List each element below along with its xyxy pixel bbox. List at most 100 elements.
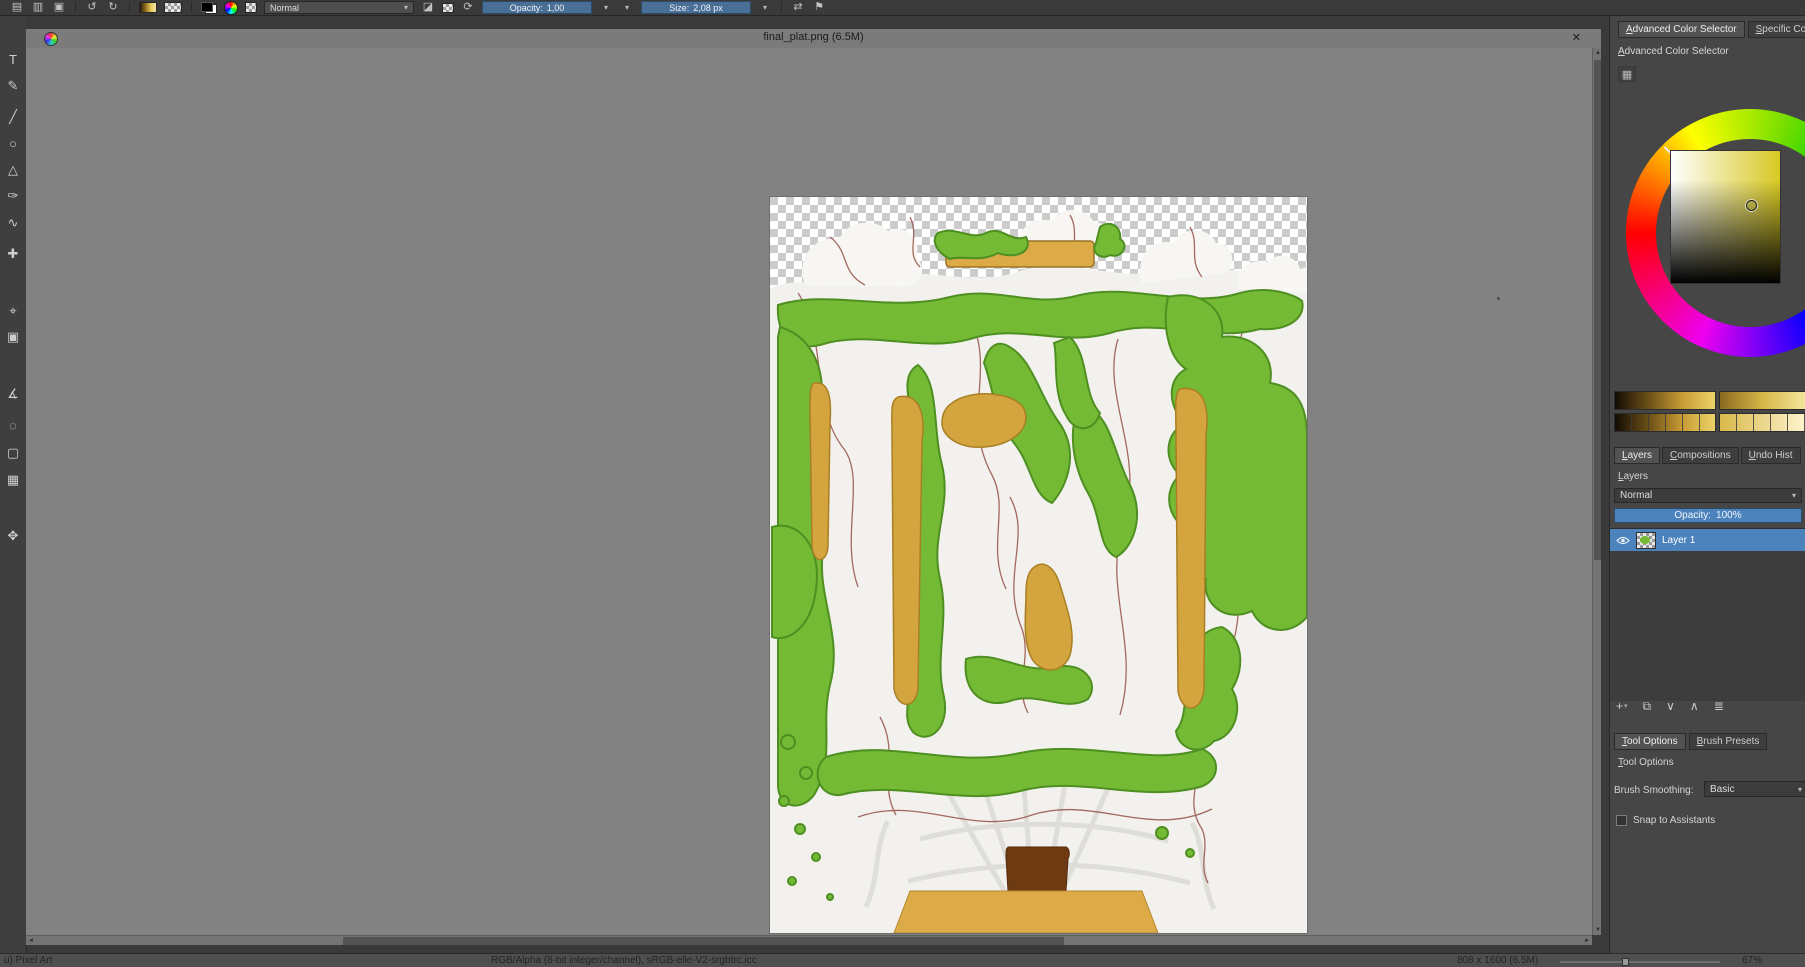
move-tool-icon[interactable]: ✚ (2, 242, 24, 264)
scroll-left-icon[interactable]: ◄ (28, 938, 34, 944)
tab-layers[interactable]: Layers (1614, 447, 1661, 464)
snap-to-assistants-checkbox[interactable] (1616, 815, 1627, 826)
blend-mode-dropdown[interactable]: Normal ▾ (264, 1, 414, 14)
bezier-tool-icon[interactable]: ✑ (2, 184, 24, 206)
pattern-chooser[interactable] (164, 2, 182, 13)
canvas-image[interactable] (770, 197, 1308, 934)
preserve-alpha-toggle[interactable] (442, 2, 454, 13)
eye-icon (1616, 536, 1630, 544)
gradient-chooser[interactable] (139, 2, 157, 13)
measure-tool-icon[interactable]: ∡ (2, 382, 24, 404)
eraser-mode-icon[interactable]: ◪ (421, 1, 435, 14)
status-zoom-level[interactable]: 67% (1742, 955, 1762, 966)
scroll-down-icon[interactable]: ▼ (1595, 927, 1601, 933)
chevron-down-icon: ▾ (1624, 702, 1628, 710)
rect-select-tool-icon[interactable]: ▢ (2, 441, 24, 463)
line-tool-icon[interactable]: ╱ (2, 105, 24, 127)
smart-patch-tool-icon[interactable]: ▣ (2, 325, 24, 347)
status-brush-name: u) Pixel Art (4, 955, 53, 966)
tab-advanced-color-selector[interactable]: Advanced Color Selector (1618, 21, 1745, 38)
brush-smoothing-value: Basic (1710, 783, 1735, 795)
saturation-value-square[interactable] (1670, 150, 1781, 284)
vertical-scrollbar[interactable]: ▲ ▼ (1592, 48, 1601, 935)
shade-gradient-light[interactable] (1719, 391, 1805, 410)
scroll-up-icon[interactable]: ▲ (1595, 50, 1601, 56)
blend-mode-value: Normal (270, 2, 300, 13)
brush-preset-chooser[interactable] (245, 2, 257, 13)
flow-options-dropdown[interactable]: ▾ (620, 1, 634, 14)
opacity-value: 1,00 (546, 2, 565, 13)
zoom-slider-thumb[interactable] (1622, 958, 1629, 966)
zoom-slider[interactable] (1560, 958, 1720, 966)
scroll-right-icon[interactable]: ► (1584, 938, 1590, 944)
krita-window: ▤ ▥ ▣ ↺ ↻ Normal ▾ ◪ ⟳ Opacity: 1,00 ▾ ▾… (0, 0, 1805, 967)
color-selector-settings-icon[interactable]: ▦ (1618, 66, 1636, 82)
layer-blend-mode-value: Normal (1620, 490, 1653, 501)
document-title: final_plat.png (6.5M) (763, 31, 864, 43)
tab-undo-history[interactable]: Undo Hist (1740, 447, 1801, 464)
move-layer-down-button[interactable]: ∨ (1666, 700, 1675, 712)
layer-opacity-slider[interactable]: Opacity: 100% (1614, 508, 1802, 523)
brush-size-slider[interactable]: Size: 2,08 px (641, 1, 751, 14)
opacity-label: Opacity: (509, 2, 543, 13)
redo-icon[interactable]: ↻ (106, 1, 120, 14)
wrap-around-mode-icon[interactable]: ⚑ (812, 1, 826, 14)
move-layer-up-button[interactable]: ∧ (1690, 700, 1699, 712)
ellipse-tool-icon[interactable]: ○ (2, 132, 24, 154)
chevron-up-icon: ∧ (1689, 699, 1699, 713)
color-sampler-tool-icon[interactable]: ⌖ (2, 299, 24, 321)
layer-visibility-toggle[interactable] (1616, 536, 1630, 545)
layer-list: Layer 1 (1610, 528, 1805, 701)
foreground-color-swatch[interactable] (201, 1, 213, 12)
shade-selector[interactable] (1614, 391, 1805, 435)
tab-compositions[interactable]: Compositions (1662, 447, 1739, 464)
mdi-background (26, 16, 1609, 29)
canvas-document[interactable] (769, 196, 1308, 934)
mirror-horizontal-icon[interactable]: ⇄ (791, 1, 805, 14)
layer-thumbnail[interactable] (1636, 531, 1656, 549)
tab-label: Specific Co (1755, 24, 1805, 35)
tab-brush-presets[interactable]: Brush Presets (1688, 733, 1768, 750)
contiguous-select-tool-icon[interactable]: ▦ (2, 468, 24, 490)
color-docker-title: Advanced Color Selector (1618, 46, 1729, 57)
save-document-icon[interactable]: ▣ (52, 1, 66, 14)
outline-select-tool-icon[interactable]: ◌ (2, 414, 24, 436)
tab-label: Advanced Color Selector (1626, 24, 1737, 35)
workspace-chooser-icon[interactable] (224, 0, 238, 15)
toolbar-separator (75, 2, 76, 13)
foreground-background-colors[interactable] (201, 1, 217, 14)
freehand-path-tool-icon[interactable]: ∿ (2, 211, 24, 233)
canvas-viewport[interactable] (26, 48, 1592, 935)
document-titlebar[interactable]: final_plat.png (6.5M) ✕ (26, 29, 1601, 49)
shade-swatches-dark[interactable] (1614, 413, 1716, 432)
undo-icon[interactable]: ↺ (85, 1, 99, 14)
size-options-dropdown[interactable]: ▾ (758, 1, 772, 14)
horizontal-scrollbar-thumb[interactable] (343, 937, 1064, 945)
shade-gradient-dark[interactable] (1614, 391, 1716, 410)
open-document-icon[interactable]: ▥ (31, 1, 45, 14)
duplicate-layer-button[interactable]: ⧉ (1643, 700, 1652, 712)
layer-blend-mode-dropdown[interactable]: Normal ▾ (1614, 488, 1802, 503)
polygon-tool-icon[interactable]: △ (2, 158, 24, 180)
text-tool-icon[interactable]: T (2, 48, 24, 70)
opacity-slider[interactable]: Opacity: 1,00 (482, 1, 592, 14)
reload-preset-icon[interactable]: ⟳ (461, 1, 475, 14)
tab-tool-options[interactable]: Tool Options (1614, 733, 1686, 750)
tab-specific-color-selector[interactable]: Specific Co (1747, 21, 1805, 38)
tool-docker-tabs: Tool Options Brush Presets (1614, 733, 1768, 750)
brush-smoothing-dropdown[interactable]: Basic ▾ (1704, 781, 1805, 797)
shade-swatches-light[interactable] (1719, 413, 1805, 432)
layer-name[interactable]: Layer 1 (1662, 535, 1695, 546)
layer-opacity-value: 100% (1716, 510, 1742, 521)
layer-properties-button[interactable]: ≣ (1714, 700, 1724, 712)
add-layer-button[interactable]: + ▾ (1616, 700, 1628, 712)
layer-row[interactable]: Layer 1 (1610, 529, 1805, 551)
vertical-scrollbar-thumb[interactable] (1594, 60, 1601, 560)
new-document-icon[interactable]: ▤ (10, 1, 24, 14)
pan-tool-icon[interactable]: ✥ (2, 524, 24, 546)
opacity-options-dropdown[interactable]: ▾ (599, 1, 613, 14)
horizontal-scrollbar[interactable]: ◄ ► (26, 935, 1592, 945)
close-icon[interactable]: ✕ (1572, 31, 1581, 44)
edit-shapes-tool-icon[interactable]: ✎ (2, 74, 24, 96)
layer-thumbnail-content (1640, 535, 1650, 544)
